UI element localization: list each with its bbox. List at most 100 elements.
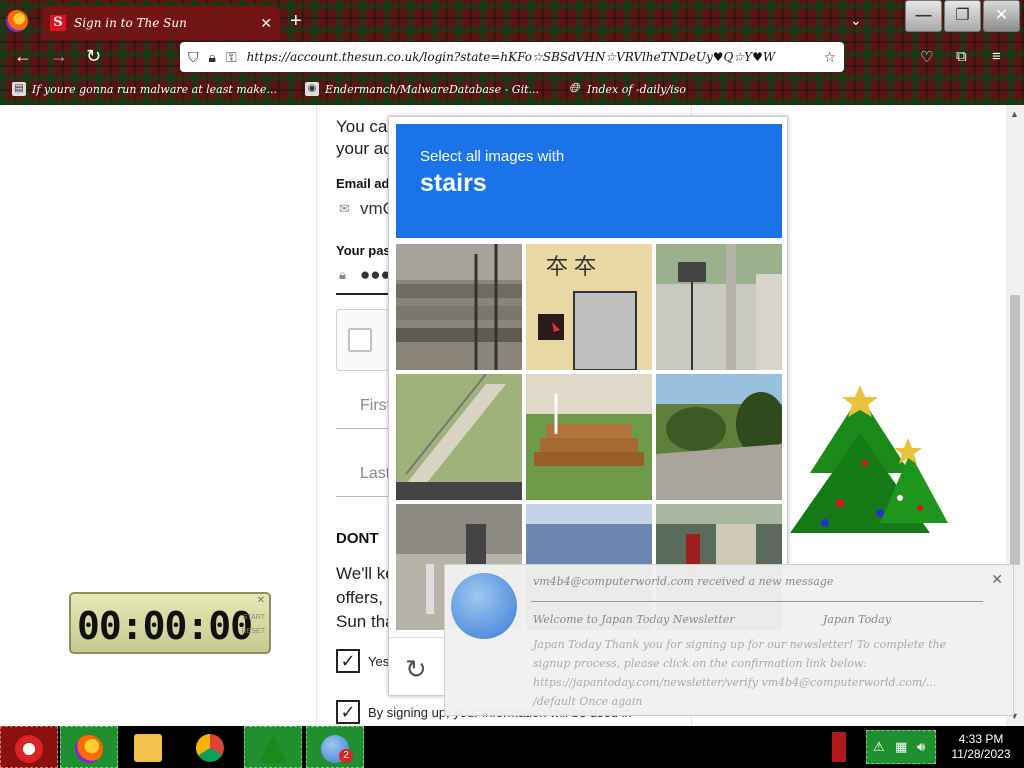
minimize-button[interactable]: — [905,0,942,32]
password-field[interactable]: ●●● [360,265,391,285]
notification-divider [531,601,983,602]
chrome-icon [196,734,224,762]
taskbar-clock[interactable]: 4:33 PM 11/28/2023 [944,732,1018,762]
image-tile[interactable] [656,244,782,370]
christmas-tree-decoration [790,385,948,533]
globe-icon: 🌐︎ [568,81,580,96]
key-icon[interactable]: ⚿ [226,49,237,66]
challenge-prompt: Select all images with [420,148,565,165]
start-button[interactable]: START [243,614,265,621]
reload-challenge-icon[interactable]: ↻ [405,654,427,685]
scroll-up-icon[interactable]: ▲ [1010,109,1019,119]
url-text[interactable]: https://account.thesun.co.uk/login?state… [247,50,814,64]
section-heading: DONT [336,530,379,547]
tab-strip: S Sign in to The Sun ✕ + ⌄ — ❐ ✕ [0,0,1024,44]
scroll-thumb[interactable] [1010,295,1020,565]
email-label: Email ad [336,176,390,191]
start-button[interactable] [0,726,58,768]
firefox-icon [75,735,103,763]
tab-sign-in[interactable]: S Sign in to The Sun ✕ [42,6,280,40]
lock-icon: 🔒︎ [339,267,346,282]
lock-icon[interactable]: 🔒︎ [209,49,216,66]
system-tray[interactable]: ⚠ ▦ 🔊︎ [866,730,936,764]
shield-icon[interactable]: ⛉ [188,49,199,66]
bookmark-item[interactable]: ◉ Endermanch/MalwareDatabase - Git... [304,82,540,96]
forward-icon[interactable]: → [50,46,68,67]
sun-favicon-icon: S [50,15,66,31]
svg-text:夲 夲: 夲 夲 [546,254,596,279]
thunderbird-icon [451,573,517,639]
pocket-icon[interactable]: ♡ [920,48,933,66]
taskbar-chrome[interactable] [182,726,240,768]
clock-date: 11/28/2023 [951,747,1011,761]
folder-icon [134,734,162,762]
notification-subject: Welcome to Japan Today Newsletter [533,613,735,626]
taskbar: 2 ⚠ ▦ 🔊︎ 4:33 PM 11/28/2023 [0,726,1024,768]
book-icon: ▤ [12,82,26,96]
challenge-target: stairs [420,169,487,197]
back-icon[interactable]: ← [14,46,32,67]
countdown-display: 00:00:00 [77,604,253,648]
reset-button[interactable]: RESET [242,628,265,635]
image-tile[interactable] [396,374,522,500]
image-tile[interactable] [396,244,522,370]
bookmark-label: Endermanch/MalwareDatabase - Git... [324,82,540,96]
marketing-text: offers, [336,588,383,607]
list-all-tabs-icon[interactable]: ⌄ [850,12,862,29]
bookmark-label: Index of -daily/iso [587,82,686,96]
volume-icon[interactable]: 🔊︎ [917,739,925,755]
taskbar-tree-app[interactable] [244,726,302,768]
new-tab-button[interactable]: + [290,10,302,32]
close-window-button[interactable]: ✕ [983,0,1020,32]
notification-sender: Japan Today [823,613,892,626]
bookmark-item[interactable]: ▤ If youre gonna run malware at least ma… [12,82,277,96]
tab-close-icon[interactable]: ✕ [260,15,272,32]
notification-body: Japan Today Thank you for signing up for… [533,638,947,708]
countdown-widget: 00:00:00 ✕ START RESET [69,592,271,654]
bookmark-label: If youre gonna run malware at least make… [32,82,277,96]
yes-checkbox[interactable]: ✓ [336,649,360,673]
tray-separator [832,732,846,762]
field-divider [336,428,396,429]
image-tile[interactable]: 夲 夲 [526,244,652,370]
taskbar-thunderbird[interactable]: 2 [306,726,364,768]
taskbar-explorer[interactable] [120,726,178,768]
bookmarks-toolbar: ▤ If youre gonna run malware at least ma… [0,76,1024,102]
bookmark-item[interactable]: 🌐︎ Index of -daily/iso [567,82,686,96]
recaptcha-checkbox-widget [336,309,396,371]
browser-chrome: S Sign in to The Sun ✕ + ⌄ — ❐ ✕ ← → ↻ ⛉… [0,0,1024,105]
clock-time: 4:33 PM [958,732,1004,746]
notification-header: vm4b4@computerworld.com received a new m… [533,575,834,588]
consent-checkbox[interactable]: ✓ [336,700,360,724]
email-icon: ✉ [339,201,350,216]
github-icon: ◉ [304,82,319,96]
reload-icon[interactable]: ↻ [86,46,101,67]
recaptcha-checkbox[interactable] [348,328,372,352]
field-divider [336,496,396,497]
notification-close-icon[interactable]: ✕ [991,571,1003,588]
network-error-icon[interactable]: ⚠ [873,739,885,755]
firefox-menu-icon[interactable] [6,10,28,32]
unread-badge: 2 [339,749,353,763]
restore-button[interactable]: ❐ [944,0,981,32]
marketing-text: We'll ke [336,564,395,583]
extensions-icon[interactable]: ⧉ [956,48,967,65]
navigation-bar: ← → ↻ ⛉ 🔒︎ ⚿ https://account.thesun.co.u… [0,40,1024,74]
network-icon[interactable]: ▦ [895,739,907,755]
bookmark-star-icon[interactable]: ☆ [823,49,836,66]
first-name-input[interactable]: First [360,397,391,415]
image-tile[interactable] [526,374,652,500]
password-underline [336,293,396,295]
taskbar-firefox[interactable] [60,726,118,768]
password-label: Your pas [336,243,391,258]
image-tile[interactable] [656,374,782,500]
address-bar[interactable]: ⛉ 🔒︎ ⚿ https://account.thesun.co.uk/logi… [180,42,844,72]
challenge-header: Select all images with stairs [396,124,782,238]
widget-close-icon[interactable]: ✕ [257,595,265,606]
last-name-input[interactable]: Last [360,465,390,483]
mail-notification[interactable]: ✕ vm4b4@computerworld.com received a new… [444,564,1014,716]
menu-icon[interactable]: ≡ [992,48,1001,65]
santa-start-icon [15,735,43,763]
tab-title: Sign in to The Sun [74,16,187,30]
tree-icon [259,735,287,763]
